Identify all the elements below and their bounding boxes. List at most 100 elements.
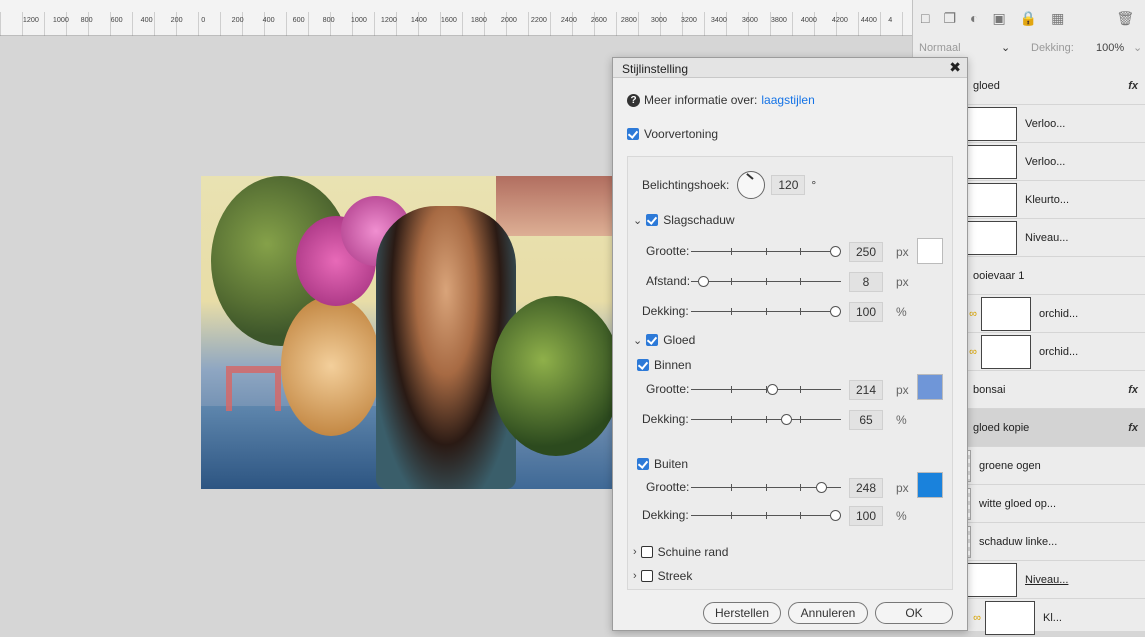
angle-label: Belichtingshoek: <box>642 178 730 192</box>
outer-glow-checkbox[interactable] <box>637 458 649 470</box>
chevron-right-icon[interactable]: › <box>633 546 637 558</box>
slider-tick <box>766 416 767 423</box>
layer-name: gloed kopie <box>973 421 1030 434</box>
drop-shadow-opacity-input[interactable]: 100 <box>849 302 883 322</box>
new-layer-icon[interactable]: □ <box>921 10 929 26</box>
slider-tick <box>731 308 732 315</box>
slider-knob[interactable] <box>767 384 778 395</box>
opacity-label: Dekking: <box>1031 42 1074 54</box>
slider-knob[interactable] <box>816 482 827 493</box>
bevel-label: Schuine rand <box>657 545 729 559</box>
outer-glow-size-label: Grootte: <box>646 480 690 494</box>
angle-input[interactable]: 120 <box>771 175 806 195</box>
layer-mask-thumbnail[interactable] <box>967 144 1017 179</box>
slider-knob[interactable] <box>830 306 841 317</box>
drop-shadow-checkbox[interactable] <box>646 214 659 226</box>
outer-glow-size-input[interactable]: 248 <box>849 478 883 498</box>
slider-tick <box>766 278 767 285</box>
drop-shadow-opacity-slider[interactable] <box>691 306 841 318</box>
merge-icon[interactable]: ▦ <box>1051 10 1064 27</box>
fx-icon[interactable]: fx <box>1128 384 1138 396</box>
preview-checkbox[interactable] <box>627 128 639 140</box>
duplicate-icon[interactable]: ❐ <box>943 10 956 27</box>
layer-mask-thumbnail[interactable] <box>985 600 1035 635</box>
layer-style-dialog: Stijlinstelling ✖ ? Meer informatie over… <box>612 57 968 631</box>
link-icon[interactable]: ∞ <box>972 612 982 624</box>
outer-glow-opacity-input[interactable]: 100 <box>849 506 883 526</box>
drop-shadow-size-input[interactable]: 250 <box>849 242 883 262</box>
ruler-label: 800 <box>322 15 335 24</box>
slider-tick <box>731 278 732 285</box>
angle-row: Belichtingshoek: 120 ° <box>642 171 816 199</box>
opacity-input[interactable]: 100% <box>1096 42 1124 54</box>
layer-name: Niveau... <box>1025 231 1069 244</box>
outer-glow-opacity-slider[interactable] <box>691 510 841 522</box>
layer-name: ooievaar 1 <box>973 269 1025 282</box>
cancel-button[interactable]: Annuleren <box>788 602 868 624</box>
layer-mask-thumbnail[interactable] <box>967 562 1017 597</box>
document-canvas-image[interactable] <box>201 176 613 489</box>
glow-checkbox[interactable] <box>646 334 659 346</box>
layer-name: Kl... <box>1043 611 1062 624</box>
slider-knob[interactable] <box>830 246 841 257</box>
layer-mask-thumbnail[interactable] <box>967 106 1017 141</box>
reset-button[interactable]: Herstellen <box>703 602 781 624</box>
drop-shadow-distance-slider[interactable] <box>691 276 841 288</box>
layer-mask-thumbnail[interactable] <box>981 334 1031 369</box>
fx-icon[interactable]: fx <box>1128 422 1138 434</box>
close-icon[interactable]: ✖ <box>949 59 961 76</box>
slider-knob[interactable] <box>830 510 841 521</box>
stroke-checkbox[interactable] <box>640 570 653 582</box>
layer-name: Kleurto... <box>1025 193 1070 206</box>
layers-list: gloedfx▲∞Verloo...▲∞Verloo...═∞Kleurto..… <box>913 67 1145 637</box>
lock-icon[interactable]: 🔒 <box>1020 10 1037 27</box>
ruler-label: 2800 <box>620 15 637 24</box>
blend-mode-select[interactable]: Normaal <box>919 42 961 54</box>
slider-knob[interactable] <box>781 414 792 425</box>
inner-glow-color-swatch[interactable] <box>917 374 943 400</box>
chevron-down-icon[interactable]: ⌄ <box>633 214 642 227</box>
chevron-down-icon[interactable]: ⌄ <box>1001 41 1010 54</box>
fill-icon[interactable]: ◐ <box>970 10 978 26</box>
dialog-titlebar[interactable]: Stijlinstelling ✖ <box>613 58 967 78</box>
bevel-checkbox[interactable] <box>640 546 653 558</box>
inner-glow-size-slider[interactable] <box>691 384 841 396</box>
slider-tick <box>800 248 801 255</box>
chevron-right-icon[interactable]: › <box>633 570 637 582</box>
layer-mask-thumbnail[interactable] <box>981 296 1031 331</box>
outer-glow-size-slider[interactable] <box>691 482 841 494</box>
outer-glow-color-swatch[interactable] <box>917 472 943 498</box>
mask-icon[interactable]: ▣ <box>993 10 1006 27</box>
bevel-header: › Schuine rand <box>633 545 728 559</box>
ruler-label: 2000 <box>500 15 517 24</box>
ruler-label: 1400 <box>410 15 427 24</box>
trash-icon[interactable]: 🗑 <box>1116 10 1134 27</box>
layer-styles-link[interactable]: laagstijlen <box>761 93 814 107</box>
inner-glow-opacity-input[interactable]: 65 <box>849 410 883 430</box>
inner-glow-size-label: Grootte: <box>646 382 690 396</box>
drop-shadow-color-swatch[interactable] <box>917 238 943 264</box>
slider-tick <box>731 512 732 519</box>
fx-icon[interactable]: fx <box>1128 80 1138 92</box>
inner-glow-opacity-slider[interactable] <box>691 414 841 426</box>
inner-glow-size-input[interactable]: 214 <box>849 380 883 400</box>
info-text: Meer informatie over: <box>644 93 758 107</box>
ruler-label: 1800 <box>470 15 487 24</box>
layer-mask-thumbnail[interactable] <box>967 182 1017 217</box>
link-icon[interactable]: ∞ <box>968 308 978 320</box>
ruler-label: 800 <box>80 15 93 24</box>
drop-shadow-size-slider[interactable] <box>691 246 841 258</box>
outer-glow-opacity-unit: % <box>896 509 907 523</box>
inner-glow-checkbox[interactable] <box>637 359 649 371</box>
link-icon[interactable]: ∞ <box>968 346 978 358</box>
drop-shadow-distance-input[interactable]: 8 <box>849 272 883 292</box>
chevron-down-icon[interactable]: ⌄ <box>633 334 642 347</box>
horizontal-ruler[interactable]: 1200 1000 800 600 400 200 0 200 400 600 800 1000 120… <box>0 0 912 36</box>
angle-dial[interactable] <box>737 171 766 199</box>
ok-button[interactable]: OK <box>875 602 953 624</box>
ruler-label: 3600 <box>741 15 758 24</box>
slider-knob[interactable] <box>698 276 709 287</box>
chevron-down-icon[interactable]: ⌄ <box>1133 41 1142 54</box>
slider-tick <box>800 278 801 285</box>
layer-mask-thumbnail[interactable] <box>967 220 1017 255</box>
